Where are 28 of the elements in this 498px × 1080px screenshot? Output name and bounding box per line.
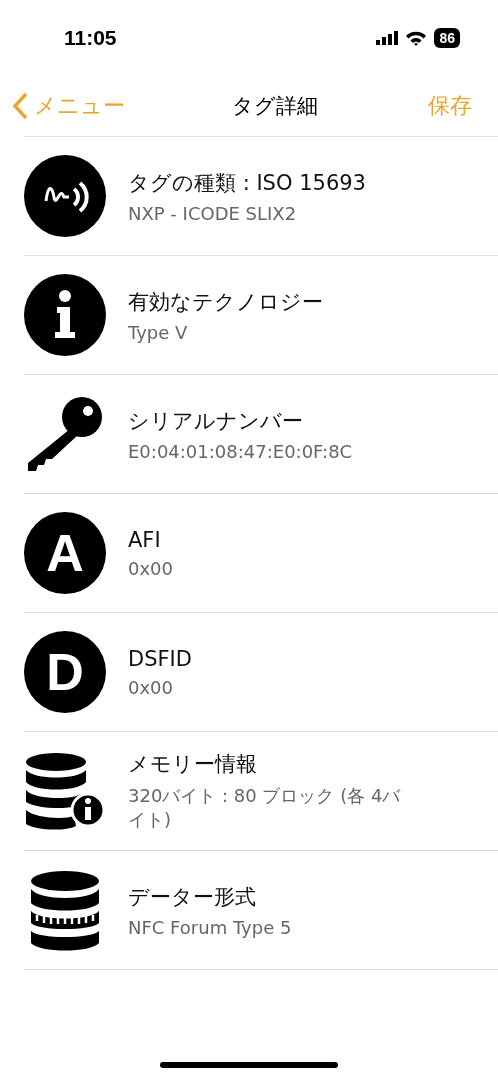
- row-title: データー形式: [128, 883, 257, 911]
- row-title: シリアルナンバー: [128, 407, 304, 435]
- wifi-icon: [406, 30, 427, 46]
- row-title: 有効なテクノロジー: [128, 288, 323, 316]
- database-info-icon: [24, 750, 106, 832]
- row-title: メモリー情報: [128, 751, 258, 778]
- row-title: タグの種類 : ISO 15693: [128, 169, 366, 197]
- info-icon: [24, 274, 106, 356]
- back-label[interactable]: メニュー: [34, 91, 125, 121]
- chevron-left-icon: [12, 92, 28, 120]
- row-value: NXP - ICODE SLIX2: [128, 202, 298, 224]
- row-title: DSFID: [128, 646, 192, 671]
- nav-title: タグ詳細: [231, 93, 319, 120]
- row-value: E0:04:01:08:47:E0:0F:8C: [128, 440, 353, 462]
- row-value: Type V: [128, 321, 189, 343]
- row-value: NFC Forum Type 5: [128, 916, 292, 938]
- row-value: 0x00: [128, 557, 173, 579]
- back-button[interactable]: メニュー: [12, 91, 162, 121]
- status-time: 11:05: [64, 26, 117, 50]
- letter-icon: D: [24, 631, 106, 713]
- row-title: AFI: [128, 527, 162, 552]
- save-button[interactable]: 保存: [428, 91, 472, 121]
- row-value: 320バイト : 80 ブロック (各 4バイト): [128, 784, 402, 832]
- nfc-icon: [24, 155, 106, 237]
- battery-indicator: 86: [434, 28, 460, 48]
- signal-icon: [376, 31, 399, 45]
- row-value: 0x00: [128, 676, 174, 698]
- letter-icon: A: [24, 512, 106, 594]
